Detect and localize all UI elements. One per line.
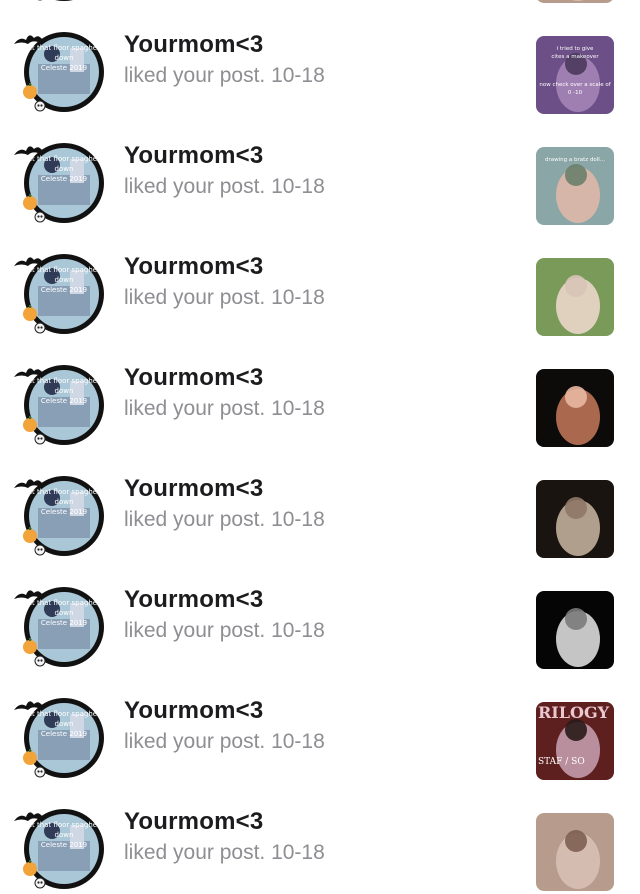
activity-list: Put that floor spaghetti down Celeste 2019… — [0, 0, 640, 894]
svg-text:down: down — [55, 831, 74, 839]
username[interactable]: Yourmom<3 — [124, 475, 263, 503]
activity-text: liked your post. 10-18 — [124, 619, 325, 642]
svg-text:down: down — [55, 387, 74, 395]
activity-text: liked your post. 10-18 — [124, 730, 325, 753]
post-thumbnail[interactable] — [536, 813, 614, 891]
svg-text:down: down — [55, 54, 74, 62]
svg-text:down: down — [55, 720, 74, 728]
svg-text:0 -10: 0 -10 — [568, 90, 583, 96]
notification-row[interactable]: Put that floor spaghetti down Celeste 2019… — [0, 561, 640, 672]
post-thumbnail[interactable]: drawing a bratz doll... — [536, 147, 614, 225]
username[interactable]: Yourmom<3 — [124, 364, 263, 392]
username[interactable]: Yourmom<3 — [124, 808, 263, 836]
post-thumbnail[interactable]: RILOGY STAF / SO — [536, 702, 614, 780]
username[interactable]: Yourmom<3 — [124, 586, 263, 614]
notification-row[interactable]: Put that floor spaghetti down Celeste 2019… — [0, 450, 640, 561]
activity-text: liked your post. 10-18 — [124, 175, 325, 198]
svg-text:Put that floor spaghetti: Put that floor spaghetti — [23, 599, 104, 607]
post-thumbnail[interactable] — [536, 591, 614, 669]
svg-text:Celeste 2019: Celeste 2019 — [41, 508, 87, 516]
svg-text:Put that floor spaghetti: Put that floor spaghetti — [23, 155, 104, 163]
svg-text:now check over a scale of: now check over a scale of — [539, 82, 611, 88]
avatar[interactable]: Put that floor spaghetti down Celeste 2019 — [12, 692, 112, 782]
svg-text:Put that floor spaghetti: Put that floor spaghetti — [23, 266, 104, 274]
svg-text:down: down — [55, 165, 74, 173]
avatar[interactable]: Put that floor spaghettidownCeleste 2019 — [12, 0, 112, 5]
avatar[interactable]: Put that floor spaghetti down Celeste 2019 — [12, 470, 112, 560]
avatar[interactable]: Put that floor spaghetti down Celeste 2019 — [12, 359, 112, 449]
svg-text:Put that floor spaghetti: Put that floor spaghetti — [23, 488, 104, 496]
avatar[interactable]: Put that floor spaghetti down Celeste 2019 — [12, 803, 112, 893]
svg-text:Celeste 2019: Celeste 2019 — [41, 175, 87, 183]
svg-text:Put that floor spaghetti: Put that floor spaghetti — [23, 821, 104, 829]
svg-text:Celeste 2019: Celeste 2019 — [41, 730, 87, 738]
notification-row[interactable]: Put that floor spaghetti down Celeste 2019… — [0, 339, 640, 450]
username[interactable]: Yourmom<3 — [124, 697, 263, 725]
avatar[interactable]: Put that floor spaghetti down Celeste 2019 — [12, 137, 112, 227]
svg-text:Put that floor spaghetti: Put that floor spaghetti — [23, 710, 104, 718]
notification-row[interactable]: Put that floor spaghetti down Celeste 2019… — [0, 6, 640, 117]
svg-text:Celeste 2019: Celeste 2019 — [41, 619, 87, 627]
svg-text:Celeste 2019: Celeste 2019 — [41, 64, 87, 72]
avatar[interactable]: Put that floor spaghetti down Celeste 2019 — [12, 248, 112, 338]
avatar[interactable]: Put that floor spaghetti down Celeste 2019 — [12, 581, 112, 671]
post-thumbnail[interactable]: i tried to give cites a makeover now check… — [536, 36, 614, 114]
username[interactable]: Yourmom<3 — [124, 253, 263, 281]
username[interactable]: Yourmom<3 — [124, 31, 263, 59]
notification-row[interactable]: Put that floor spaghetti down Celeste 2019… — [0, 783, 640, 894]
post-thumbnail[interactable] — [536, 480, 614, 558]
activity-text: liked your post. 10-18 — [124, 64, 325, 87]
svg-text:down: down — [55, 498, 74, 506]
svg-text:Celeste 2019: Celeste 2019 — [41, 286, 87, 294]
svg-text:Celeste 2019: Celeste 2019 — [41, 397, 87, 405]
thumbnail-banner: RILOGY — [538, 703, 610, 722]
notification-row[interactable]: Put that floor spaghetti down Celeste 2019… — [0, 228, 640, 339]
avatar[interactable]: Put that floor spaghetti down Celeste 2019 — [12, 26, 112, 116]
activity-text: liked your post. 10-18 — [124, 286, 325, 309]
svg-text:down: down — [55, 276, 74, 284]
activity-text: liked your post. 10-18 — [124, 841, 325, 864]
username[interactable]: Yourmom<3 — [124, 142, 263, 170]
post-thumbnail[interactable]: whats everyones top fivemelanie songs — [536, 0, 614, 3]
svg-text:down: down — [55, 609, 74, 617]
svg-text:Put that floor spaghetti: Put that floor spaghetti — [23, 44, 104, 52]
activity-text: liked your post. 10-18 — [124, 397, 325, 420]
svg-text:Put that floor spaghetti: Put that floor spaghetti — [23, 377, 104, 385]
svg-text:drawing a bratz doll...: drawing a bratz doll... — [545, 157, 605, 163]
svg-text:i tried to give: i tried to give — [557, 46, 594, 52]
notification-row[interactable]: Put that floor spaghetti down Celeste 2019… — [0, 672, 640, 783]
svg-text:cites a makeover: cites a makeover — [551, 54, 599, 60]
post-thumbnail[interactable] — [536, 369, 614, 447]
notification-row[interactable]: Put that floor spaghetti down Celeste 2019… — [0, 117, 640, 228]
post-thumbnail[interactable] — [536, 258, 614, 336]
svg-text:Celeste 2019: Celeste 2019 — [41, 841, 87, 849]
svg-text:STAF / SO: STAF / SO — [538, 757, 585, 767]
activity-text: liked your post. 10-18 — [124, 508, 325, 531]
